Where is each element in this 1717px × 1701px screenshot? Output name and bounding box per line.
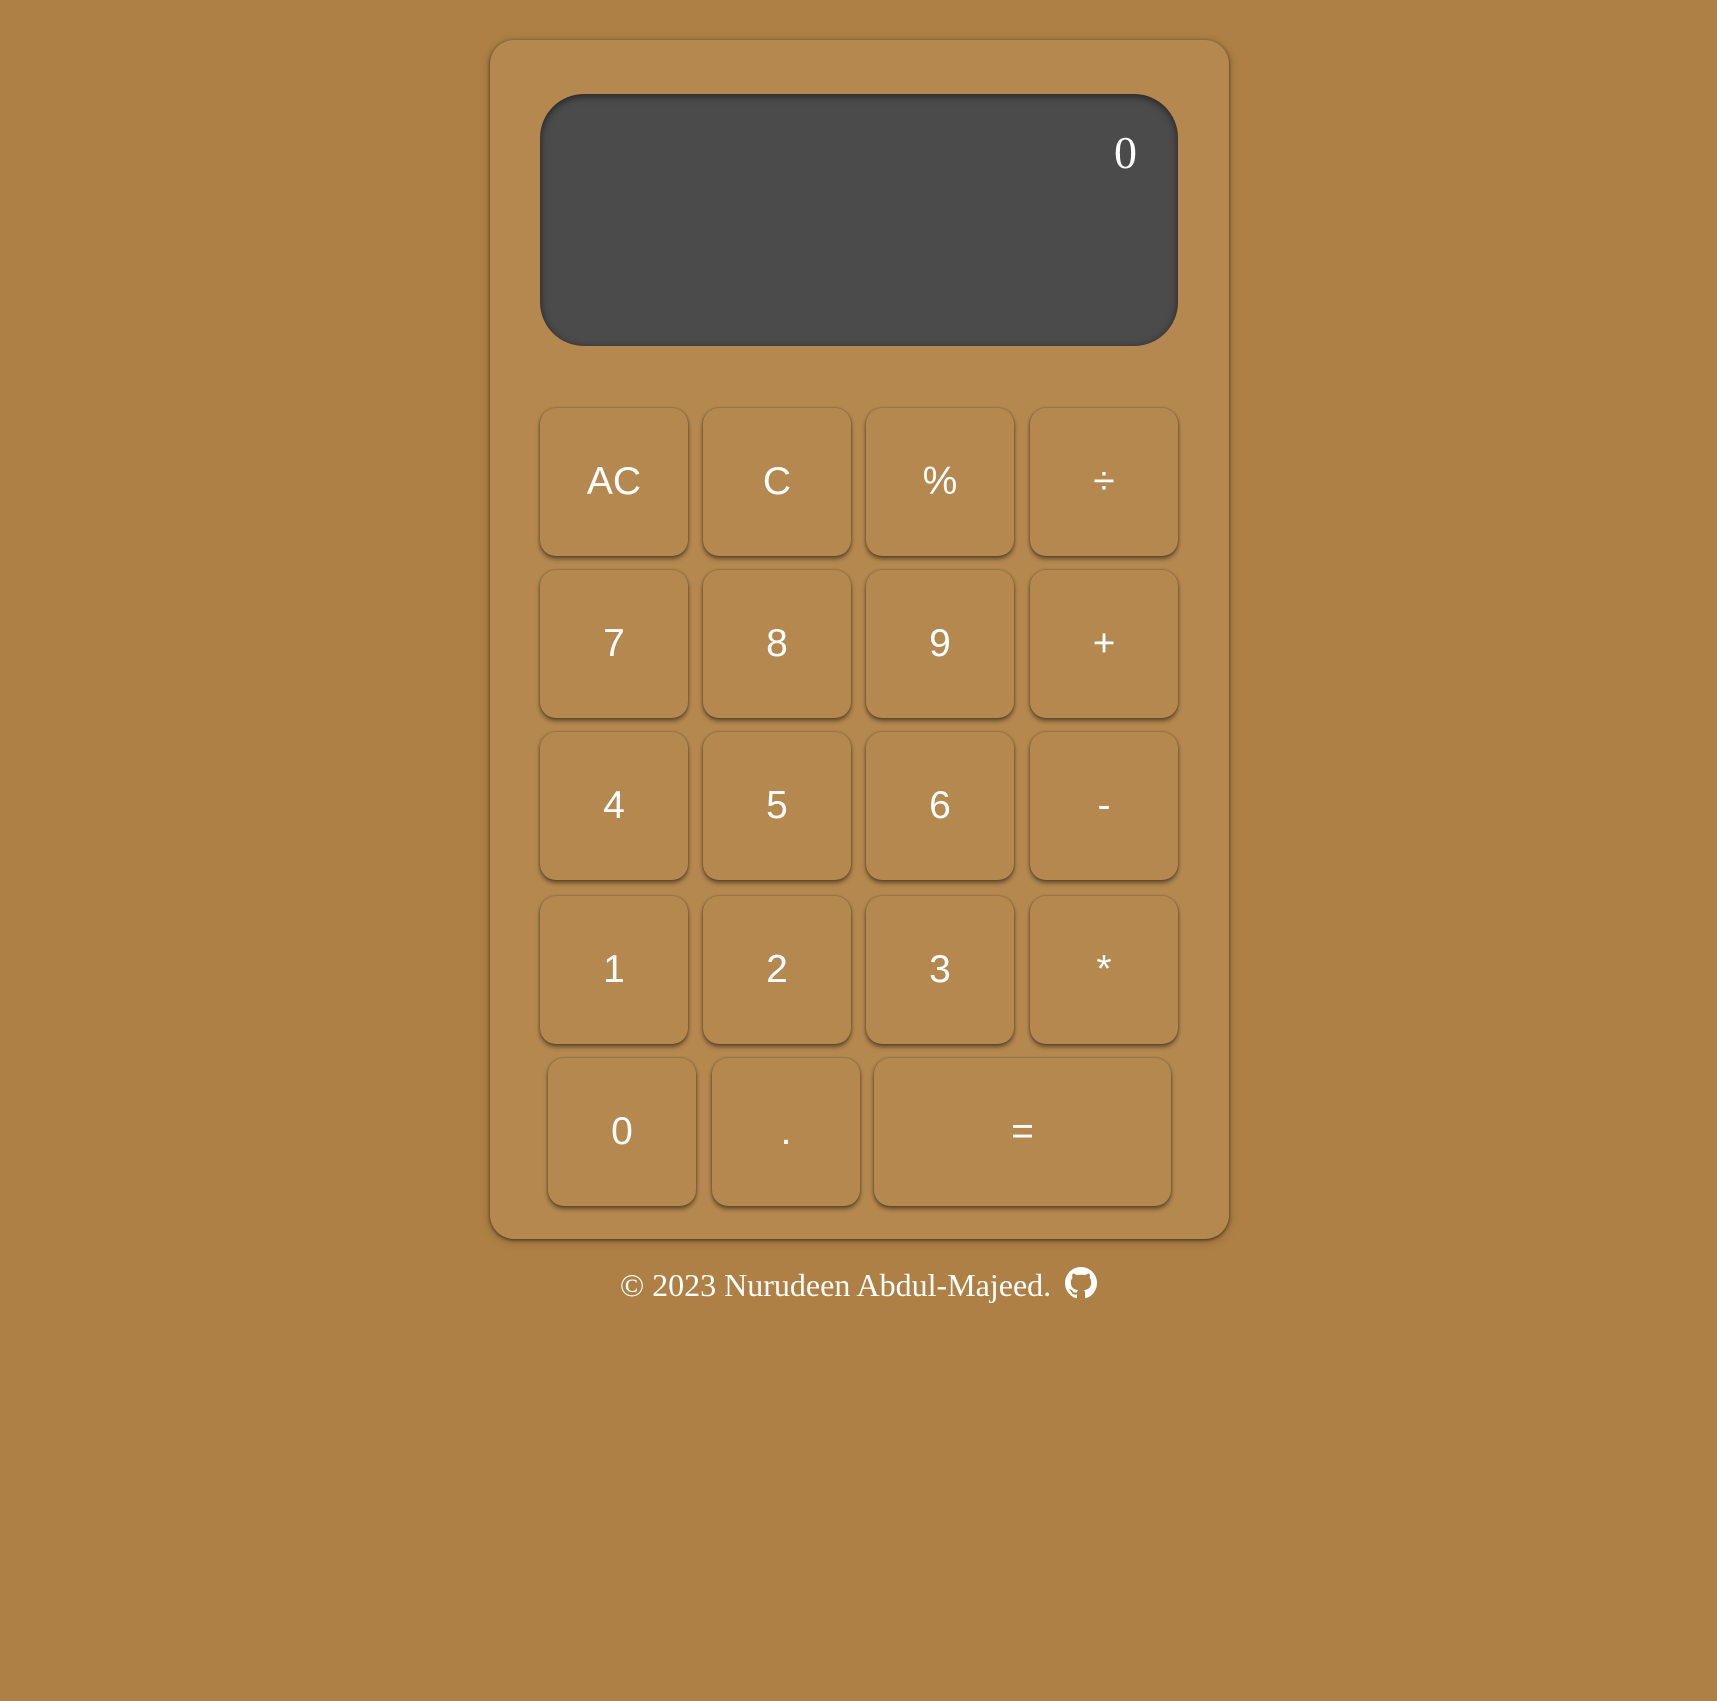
digit-0-button[interactable]: 0: [548, 1058, 696, 1206]
minus-button[interactable]: -: [1030, 732, 1178, 880]
plus-button[interactable]: +: [1030, 570, 1178, 718]
display-value: 0: [1114, 127, 1137, 178]
github-icon[interactable]: [1065, 1267, 1098, 1299]
decimal-button[interactable]: .: [712, 1058, 860, 1206]
digit-6-button[interactable]: 6: [866, 732, 1014, 880]
display: 0: [540, 94, 1178, 346]
copyright-text: © 2023 Nurudeen Abdul-Majeed.: [619, 1267, 1052, 1303]
digit-1-button[interactable]: 1: [540, 896, 688, 1044]
digit-9-button[interactable]: 9: [866, 570, 1014, 718]
clear-button[interactable]: C: [703, 408, 851, 556]
percent-button[interactable]: %: [866, 408, 1014, 556]
footer: © 2023 Nurudeen Abdul-Majeed.: [0, 1266, 1717, 1304]
calculator: 0 AC C % ÷ 7 8 9 + 4 5 6 - 1 2 3 * 0 . =: [490, 40, 1229, 1239]
digit-2-button[interactable]: 2: [703, 896, 851, 1044]
digit-3-button[interactable]: 3: [866, 896, 1014, 1044]
digit-5-button[interactable]: 5: [703, 732, 851, 880]
multiply-button[interactable]: *: [1030, 896, 1178, 1044]
all-clear-button[interactable]: AC: [540, 408, 688, 556]
equals-button[interactable]: =: [874, 1058, 1171, 1206]
digit-7-button[interactable]: 7: [540, 570, 688, 718]
digit-4-button[interactable]: 4: [540, 732, 688, 880]
divide-button[interactable]: ÷: [1030, 408, 1178, 556]
digit-8-button[interactable]: 8: [703, 570, 851, 718]
